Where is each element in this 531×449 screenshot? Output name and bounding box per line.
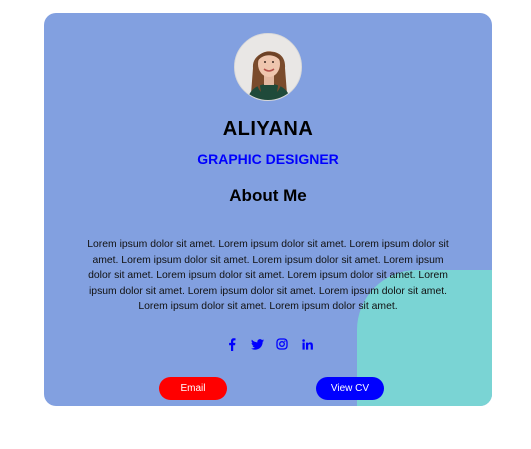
bio-text: Lorem ipsum dolor sit amet. Lorem ipsum … — [87, 239, 449, 313]
facebook-icon[interactable] — [225, 337, 239, 351]
linkedin-icon[interactable] — [300, 337, 314, 351]
profile-title: GRAPHIC DESIGNER — [197, 151, 339, 167]
profile-card: ALIYANA GRAPHIC DESIGNER About Me Lorem … — [44, 13, 492, 406]
avatar-photo — [235, 34, 301, 100]
section-heading: About Me — [229, 186, 307, 205]
profile-name: ALIYANA — [222, 118, 314, 140]
instagram-icon[interactable] — [275, 337, 289, 351]
view-cv-button[interactable]: View CV — [316, 377, 384, 400]
twitter-icon[interactable] — [250, 337, 264, 351]
avatar — [234, 33, 302, 101]
email-button[interactable]: Email — [159, 377, 227, 400]
social-links — [225, 336, 314, 352]
